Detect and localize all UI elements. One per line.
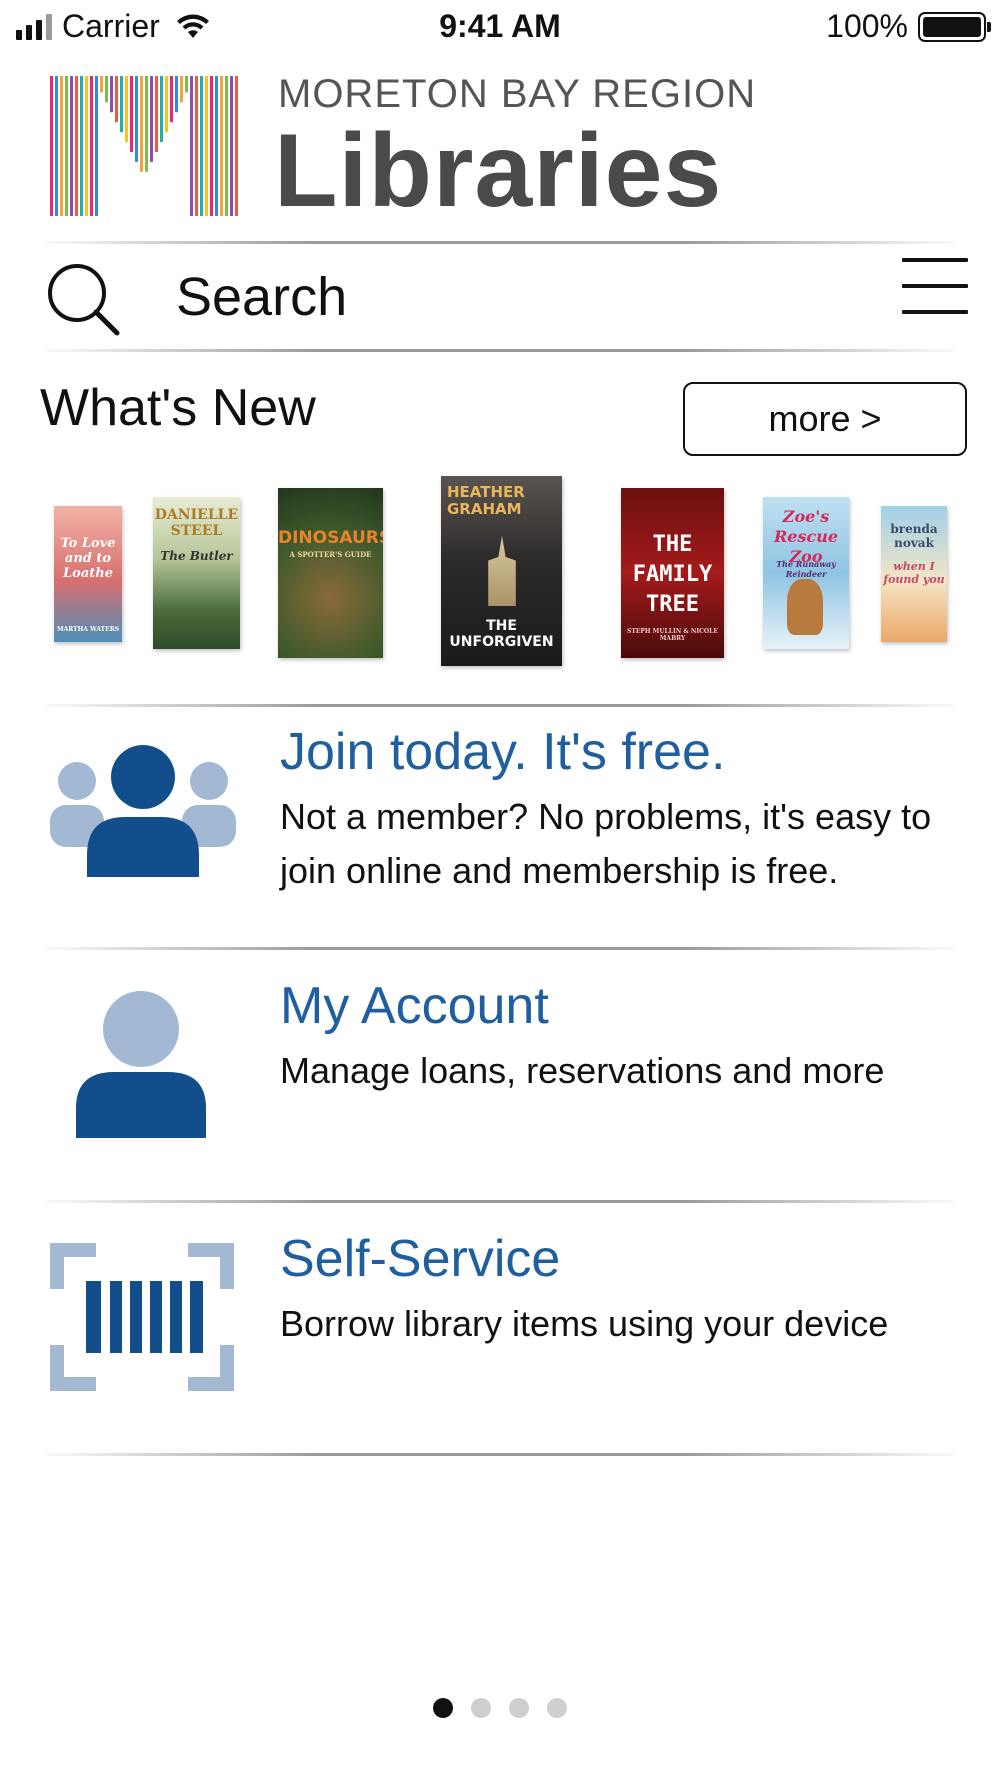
divider xyxy=(45,947,955,950)
book-cover[interactable]: DINOSAURS A SPOTTER'S GUIDE xyxy=(278,488,383,658)
page-indicator[interactable] xyxy=(0,1698,1000,1718)
book-cover[interactable]: THE FAMILY TREE STEPH MULLIN & NICOLE MA… xyxy=(621,488,724,658)
book-title: THE UNFORGIVEN xyxy=(449,618,554,650)
book-title: Zoe's Rescue Zoo xyxy=(773,507,839,566)
logo-stripe xyxy=(130,76,133,152)
logo-stripe xyxy=(125,76,128,143)
header-title: Libraries xyxy=(274,113,723,229)
book-author: MARTHA WATERS xyxy=(56,626,120,633)
self-service-title[interactable]: Self-Service xyxy=(280,1229,560,1289)
logo-stripe xyxy=(150,76,153,162)
logo-stripe xyxy=(110,76,113,113)
search-input[interactable] xyxy=(176,262,836,332)
book-subtitle: The Runaway Reindeer xyxy=(776,559,836,579)
logo-stripe xyxy=(230,76,233,216)
self-service-description: Borrow library items using your device xyxy=(280,1303,889,1344)
join-title[interactable]: Join today. It's free. xyxy=(280,722,725,782)
header-region: MORETON BAY REGION xyxy=(278,72,757,116)
logo-stripe xyxy=(200,76,203,216)
book-title: when I found you xyxy=(883,560,945,586)
library-logo xyxy=(50,76,238,216)
book-cover[interactable]: DANIELLE STEEL The Butler xyxy=(153,497,240,649)
logo-stripe xyxy=(95,76,98,216)
logo-stripe xyxy=(65,76,68,216)
book-author: HEATHER GRAHAM xyxy=(447,483,525,518)
divider xyxy=(45,1200,955,1203)
cathedral-graphic xyxy=(488,536,516,606)
book-subtitle: A SPOTTER'S GUIDE xyxy=(289,550,372,559)
my-account-title[interactable]: My Account xyxy=(280,976,549,1036)
logo-stripe xyxy=(210,76,213,216)
logo-stripe xyxy=(85,76,88,216)
deer-graphic xyxy=(787,579,823,635)
logo-stripe xyxy=(160,76,163,143)
logo-stripe xyxy=(120,76,123,133)
battery-icon xyxy=(918,11,991,42)
logo-stripe xyxy=(220,76,223,216)
logo-stripe xyxy=(190,76,193,216)
logo-stripe xyxy=(50,76,53,216)
logo-stripe xyxy=(205,76,208,216)
divider xyxy=(45,241,955,244)
page-dot[interactable] xyxy=(433,1698,453,1718)
book-cover[interactable]: HEATHER GRAHAM THE UNFORGIVEN xyxy=(441,476,562,666)
status-right: 100% xyxy=(826,8,991,45)
logo-stripe xyxy=(195,76,198,216)
logo-stripe xyxy=(175,76,178,113)
book-cover[interactable]: To Love and to Loathe MARTHA WATERS xyxy=(54,506,122,642)
page-dot[interactable] xyxy=(471,1698,491,1718)
logo-stripe xyxy=(180,76,183,103)
logo-stripe xyxy=(155,76,158,152)
logo-stripe xyxy=(100,76,103,93)
book-cover[interactable]: Zoe's Rescue Zoo The Runaway Reindeer xyxy=(763,497,849,649)
logo-stripe xyxy=(165,76,168,133)
book-author: brenda novak xyxy=(890,522,938,550)
battery-percent: 100% xyxy=(826,8,908,44)
my-account-description: Manage loans, reservations and more xyxy=(280,1050,885,1091)
book-author: STEPH MULLIN & NICOLE MABRY xyxy=(627,628,718,642)
join-description: Not a member? No problems, it's easy to … xyxy=(280,796,932,891)
logo-stripe xyxy=(215,76,218,216)
group-icon[interactable] xyxy=(50,745,236,880)
book-title: The Butler xyxy=(160,549,233,563)
logo-stripe xyxy=(235,76,238,216)
divider xyxy=(45,704,955,707)
logo-stripe xyxy=(90,76,93,216)
hamburger-menu-icon[interactable] xyxy=(902,258,968,318)
book-title: To Love and to Loathe xyxy=(60,536,116,581)
search-icon[interactable] xyxy=(44,260,124,340)
logo-stripe xyxy=(60,76,63,216)
page-dot[interactable] xyxy=(547,1698,567,1718)
book-title: DINOSAURS xyxy=(278,528,383,548)
logo-stripe xyxy=(70,76,73,216)
logo-stripe xyxy=(225,76,228,216)
logo-stripe xyxy=(135,76,138,162)
book-author: DANIELLE STEEL xyxy=(154,507,239,539)
logo-stripe xyxy=(115,76,118,123)
divider xyxy=(45,1453,955,1456)
person-icon[interactable] xyxy=(76,990,206,1138)
logo-stripe xyxy=(140,76,143,172)
barcode-scan-icon[interactable] xyxy=(50,1243,234,1391)
logo-stripe xyxy=(170,76,173,123)
page-dot[interactable] xyxy=(509,1698,529,1718)
logo-stripe xyxy=(145,76,148,172)
book-title: THE FAMILY TREE xyxy=(632,532,713,617)
status-bar: Carrier 9:41 AM 100% xyxy=(0,0,1000,56)
logo-stripe xyxy=(105,76,108,103)
logo-stripe xyxy=(55,76,58,216)
book-cover[interactable]: brenda novak when I found you xyxy=(881,506,947,642)
logo-stripe xyxy=(75,76,78,216)
divider xyxy=(45,349,955,352)
whats-new-title: What's New xyxy=(40,379,316,437)
logo-stripe xyxy=(80,76,83,216)
logo-stripe xyxy=(185,76,188,93)
more-button[interactable]: more > xyxy=(683,382,967,456)
